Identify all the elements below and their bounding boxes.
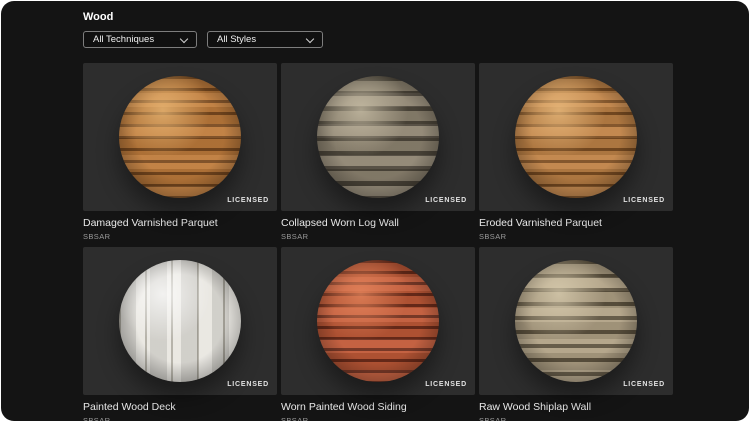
material-sphere [515, 76, 637, 198]
asset-card[interactable]: LICENSED Worn Painted Wood Siding SBSAR [281, 247, 475, 421]
licensed-badge: LICENSED [623, 197, 665, 204]
licensed-badge: LICENSED [227, 381, 269, 388]
asset-name: Eroded Varnished Parquet [479, 217, 602, 229]
asset-format: SBSAR [83, 232, 111, 241]
material-sphere [515, 260, 637, 382]
asset-thumbnail[interactable]: LICENSED [83, 247, 277, 395]
chevron-down-icon [305, 34, 315, 43]
styles-filter-value: All Styles [217, 34, 257, 45]
asset-card[interactable]: LICENSED Painted Wood Deck SBSAR [83, 247, 277, 421]
asset-format: SBSAR [281, 232, 309, 241]
asset-name: Collapsed Worn Log Wall [281, 217, 399, 229]
asset-format: SBSAR [281, 416, 309, 421]
chevron-down-icon [179, 34, 189, 43]
techniques-filter-value: All Techniques [93, 34, 155, 45]
asset-card[interactable]: LICENSED Raw Wood Shiplap Wall SBSAR [479, 247, 673, 421]
asset-thumbnail[interactable]: LICENSED [479, 247, 673, 395]
material-sphere [119, 260, 241, 382]
asset-thumbnail[interactable]: LICENSED [83, 63, 277, 211]
material-sphere [119, 76, 241, 198]
asset-format: SBSAR [479, 232, 507, 241]
asset-format: SBSAR [479, 416, 507, 421]
asset-name: Raw Wood Shiplap Wall [479, 401, 592, 413]
licensed-badge: LICENSED [227, 197, 269, 204]
filter-bar: All Techniques All Styles [83, 31, 749, 48]
asset-card[interactable]: LICENSED Damaged Varnished Parquet SBSAR [83, 63, 277, 241]
styles-filter-dropdown[interactable]: All Styles [207, 31, 323, 48]
licensed-badge: LICENSED [425, 381, 467, 388]
techniques-filter-dropdown[interactable]: All Techniques [83, 31, 197, 48]
category-title: Wood [83, 11, 114, 23]
category-page: Wood All Techniques All Styles LICENSED … [1, 1, 749, 421]
material-sphere [317, 76, 439, 198]
asset-format: SBSAR [83, 416, 111, 421]
asset-thumbnail[interactable]: LICENSED [281, 63, 475, 211]
asset-card[interactable]: LICENSED Collapsed Worn Log Wall SBSAR [281, 63, 475, 241]
asset-grid: LICENSED Damaged Varnished Parquet SBSAR… [83, 63, 749, 421]
licensed-badge: LICENSED [425, 197, 467, 204]
asset-name: Painted Wood Deck [83, 401, 176, 413]
asset-name: Damaged Varnished Parquet [83, 217, 218, 229]
asset-thumbnail[interactable]: LICENSED [479, 63, 673, 211]
licensed-badge: LICENSED [623, 381, 665, 388]
assets-panel: Wood All Techniques All Styles LICENSED … [1, 1, 749, 421]
asset-thumbnail[interactable]: LICENSED [281, 247, 475, 395]
material-sphere [317, 260, 439, 382]
asset-card[interactable]: LICENSED Eroded Varnished Parquet SBSAR [479, 63, 673, 241]
asset-name: Worn Painted Wood Siding [281, 401, 407, 413]
